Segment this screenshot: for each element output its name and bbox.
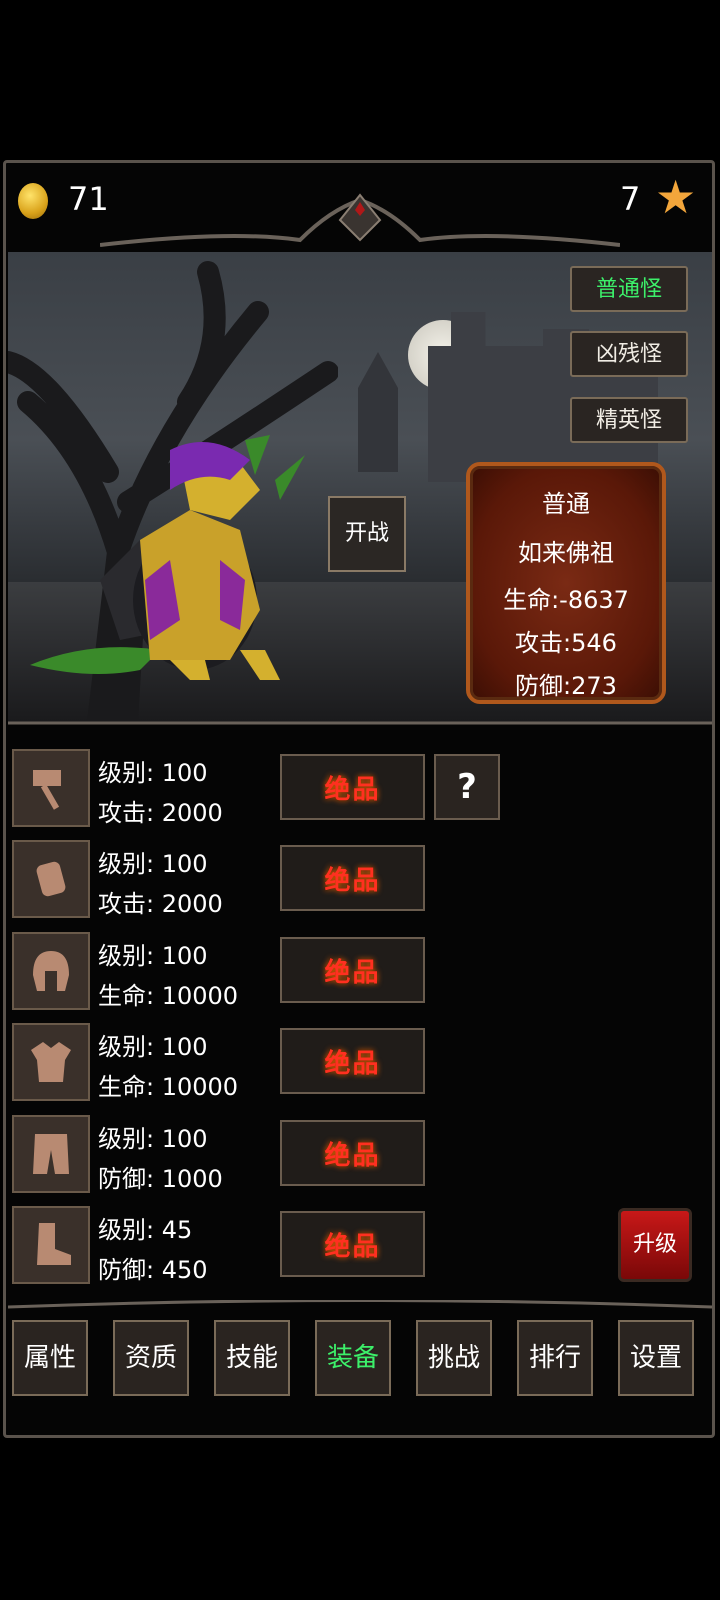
equip-row-pants: 级别: 100 防御: 1000 绝品 (12, 1115, 712, 1195)
equip-stat: 生命: 10000 (98, 1073, 239, 1101)
star-count: 7 (620, 180, 641, 218)
coin-icon (18, 183, 48, 219)
hammer-icon[interactable] (12, 749, 90, 827)
helmet-icon[interactable] (12, 932, 90, 1010)
grade-button[interactable]: 绝品 (280, 845, 425, 911)
enemy-info-panel: 普通 如来佛祖 生命:-8637 攻击:546 防御:273 (466, 462, 666, 704)
fight-button[interactable]: 开战 (328, 496, 406, 572)
grade-label: 绝品 (324, 865, 381, 896)
nav-ranking[interactable]: 排行 (517, 1320, 593, 1396)
grade-label: 绝品 (324, 774, 381, 805)
equip-stat: 防御: 1000 (98, 1165, 223, 1193)
grade-label: 绝品 (324, 957, 381, 988)
grade-label: 绝品 (324, 1048, 381, 1079)
header-ornament (100, 193, 620, 247)
grade-label: 绝品 (324, 1231, 381, 1262)
pants-icon[interactable] (12, 1115, 90, 1193)
equip-level: 级别: 100 (98, 1125, 208, 1153)
tower (358, 352, 398, 472)
nav-divider (8, 1300, 712, 1309)
armor-icon[interactable] (12, 1023, 90, 1101)
equip-row-helmet: 级别: 100 生命: 10000 绝品 (12, 932, 712, 1012)
monster-tab-normal[interactable]: 普通怪 (570, 266, 688, 312)
equip-level: 级别: 100 (98, 1033, 208, 1061)
nav-attributes[interactable]: 属性 (12, 1320, 88, 1396)
nav-challenge[interactable]: 挑战 (416, 1320, 492, 1396)
equip-stat: 攻击: 2000 (98, 890, 223, 918)
nav-talent[interactable]: 资质 (113, 1320, 189, 1396)
equip-level: 级别: 100 (98, 942, 208, 970)
equip-stat: 防御: 450 (98, 1256, 208, 1284)
equip-row-bracer: 级别: 100 攻击: 2000 绝品 (12, 840, 712, 920)
grade-label: 绝品 (324, 1140, 381, 1171)
grade-button[interactable]: 绝品 (280, 1120, 425, 1186)
equip-level: 级别: 100 (98, 850, 208, 878)
star-icon: ★ (655, 170, 697, 224)
grade-button[interactable]: 绝品 (280, 1211, 425, 1277)
bracer-icon[interactable] (12, 840, 90, 918)
equip-stat: 生命: 10000 (98, 982, 239, 1010)
grade-button[interactable]: 绝品 (280, 754, 425, 820)
enemy-hp: 生命:-8637 (503, 586, 629, 614)
monster-tab-elite[interactable]: 精英怪 (570, 397, 688, 443)
enemy-atk: 攻击:546 (515, 629, 617, 657)
equip-stat: 攻击: 2000 (98, 799, 223, 827)
equip-level: 级别: 45 (98, 1216, 193, 1244)
help-button[interactable]: ? (434, 754, 500, 820)
grade-button[interactable]: 绝品 (280, 937, 425, 1003)
nav-skills[interactable]: 技能 (214, 1320, 290, 1396)
scene-divider (8, 721, 712, 725)
nav-settings[interactable]: 设置 (618, 1320, 694, 1396)
nav-equipment[interactable]: 装备 (315, 1320, 391, 1396)
equip-row-weapon: 级别: 100 攻击: 2000 绝品 ? (12, 749, 712, 829)
upgrade-button[interactable]: 升级 (618, 1208, 692, 1282)
grade-button[interactable]: 绝品 (280, 1028, 425, 1094)
player-hero (30, 435, 305, 680)
enemy-tier: 普通 (542, 490, 590, 518)
monster-tab-brutal[interactable]: 凶残怪 (570, 331, 688, 377)
equip-row-boots: 级别: 45 防御: 450 绝品 (12, 1206, 712, 1286)
enemy-def: 防御:273 (515, 672, 617, 700)
boots-icon[interactable] (12, 1206, 90, 1284)
equip-level: 级别: 100 (98, 759, 208, 787)
enemy-name: 如来佛祖 (518, 539, 614, 567)
equip-row-armor: 级别: 100 生命: 10000 绝品 (12, 1023, 712, 1103)
